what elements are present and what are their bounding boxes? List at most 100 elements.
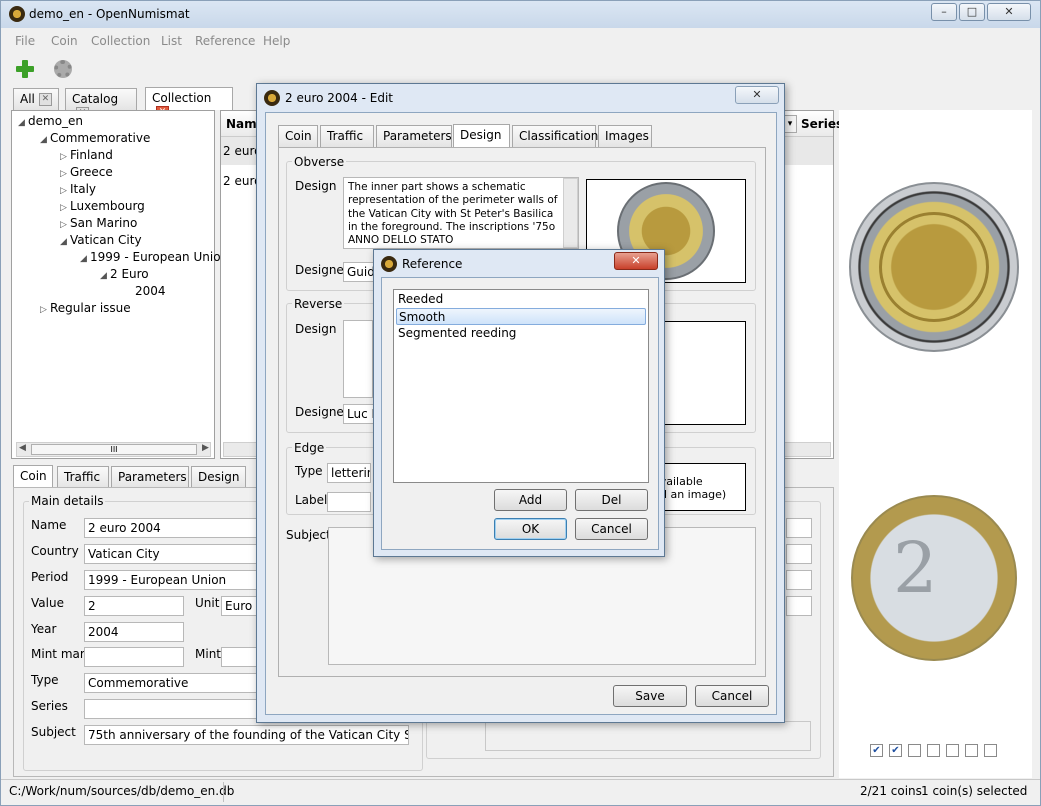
extra-field[interactable]	[786, 596, 812, 616]
extra-field[interactable]	[786, 544, 812, 564]
series-label: Series	[31, 699, 68, 713]
image-checkbox[interactable]	[984, 744, 997, 757]
edit-tab-parameters[interactable]: Parameters	[376, 125, 452, 147]
scroll-grip[interactable]: III	[31, 444, 197, 455]
reference-item-selected[interactable]: Smooth	[396, 308, 646, 325]
obverse-text-scrollbar[interactable]	[563, 178, 578, 248]
dialog-icon	[264, 90, 280, 106]
tab-collection[interactable]: Collection✕	[145, 87, 233, 119]
tree-country[interactable]: ◢ Vatican City	[60, 233, 142, 247]
tree-country[interactable]: ▷ Finland	[60, 148, 113, 162]
year-label: Year	[31, 622, 57, 636]
type-field[interactable]: Commemorative	[84, 673, 259, 693]
reference-item[interactable]: Segmented reeding	[396, 325, 646, 342]
reference-cancel-button[interactable]: Cancel	[575, 518, 648, 540]
image-checkbox[interactable]	[965, 744, 978, 757]
status-path: C:/Work/num/sources/db/demo_en.db	[9, 784, 235, 798]
edit-tab-coin[interactable]: Coin	[278, 125, 318, 147]
reference-dialog-body: Reeded Smooth Segmented reeding Add Del …	[381, 277, 659, 550]
tree-country[interactable]: ▷ Luxembourg	[60, 199, 145, 213]
cancel-button[interactable]: Cancel	[695, 685, 769, 707]
edit-tab-classification[interactable]: Classification	[512, 125, 598, 147]
value-field[interactable]: 2	[84, 596, 184, 616]
reference-dialog: Reference ✕ Reeded Smooth Segmented reed…	[373, 249, 665, 557]
tree-year[interactable]: 2004	[135, 284, 166, 298]
ok-button[interactable]: OK	[494, 518, 567, 540]
add-icon[interactable]	[15, 59, 35, 79]
image-checkbox[interactable]: ✔	[889, 744, 902, 757]
reference-item[interactable]: Reeded	[396, 291, 646, 308]
status-coins-count: 2/21 coins	[860, 784, 922, 798]
minimize-button[interactable]: –	[931, 3, 957, 21]
edit-tab-images[interactable]: Images	[598, 125, 652, 147]
reference-close-button[interactable]: ✕	[614, 252, 658, 270]
tab-catalog[interactable]: Catalog✕	[65, 88, 137, 120]
country-label: Country	[31, 544, 79, 558]
obverse-design-text[interactable]: The inner part shows a schematic represe…	[343, 177, 579, 249]
tab-catalog-label: Catalog	[72, 92, 119, 106]
detail-tab-coin[interactable]: Coin	[13, 465, 53, 487]
delete-reference-button[interactable]: Del	[575, 489, 648, 511]
menu-reference[interactable]: Reference	[195, 34, 255, 48]
settings-gear-icon[interactable]	[54, 60, 72, 78]
year-field[interactable]: 2004	[84, 622, 184, 642]
close-button[interactable]: ✕	[987, 3, 1031, 21]
tree-period[interactable]: ◢ 1999 - European Union	[80, 250, 228, 264]
type-label: Type	[31, 673, 59, 687]
tree-value[interactable]: ◢ 2 Euro	[100, 267, 149, 281]
column-menu-button[interactable]: ▾	[783, 115, 797, 133]
series-field[interactable]	[84, 699, 259, 719]
value-label: Value	[31, 596, 64, 610]
menu-help[interactable]: Help	[263, 34, 290, 48]
edit-tab-traffic[interactable]: Traffic	[320, 125, 374, 147]
mintmark-field[interactable]	[84, 647, 184, 667]
edit-dialog-close-button[interactable]: ✕	[735, 86, 779, 104]
extra-field[interactable]	[786, 518, 812, 538]
detail-tab-design[interactable]: Design	[191, 466, 246, 488]
extra-field[interactable]	[786, 570, 812, 590]
edit-tab-design[interactable]: Design	[453, 124, 510, 148]
image-checkbox[interactable]	[946, 744, 959, 757]
save-button[interactable]: Save	[613, 685, 687, 707]
tree-commemorative[interactable]: ◢ Commemorative	[40, 131, 150, 145]
tree-country[interactable]: ▷ Italy	[60, 182, 96, 196]
reverse-design-text[interactable]	[343, 320, 373, 398]
menu-collection[interactable]: Collection	[91, 34, 150, 48]
tree-regular[interactable]: ▷ Regular issue	[40, 301, 131, 315]
mintmark-label: Mint mark	[31, 647, 92, 661]
tab-all[interactable]: All ✕	[13, 88, 59, 110]
detail-tab-traffic[interactable]: Traffic	[57, 466, 109, 488]
menu-list[interactable]: List	[161, 34, 182, 48]
edge-type-field[interactable]: lettering	[327, 463, 371, 483]
tree-root[interactable]: ◢ demo_en	[18, 114, 83, 128]
reverse-title: Reverse	[292, 297, 345, 311]
maximize-button[interactable]: □	[959, 3, 985, 21]
coin-image-panel: 2 ✔ ✔	[839, 110, 1032, 778]
obverse-design-label: Design	[295, 179, 337, 193]
add-reference-button[interactable]: Add	[494, 489, 567, 511]
name-field[interactable]: 2 euro 2004	[84, 518, 259, 538]
tree-horizontal-scrollbar[interactable]: ◀ III ▶	[16, 442, 211, 457]
collection-tree: ◢ demo_en ◢ Commemorative ▷ Finland ▷ Greece…	[11, 110, 228, 459]
image-checkbox[interactable]	[927, 744, 940, 757]
mint-field[interactable]	[221, 647, 259, 667]
tree-country[interactable]: ▷ Greece	[60, 165, 113, 179]
country-field[interactable]: Vatican City	[84, 544, 259, 564]
column-series-header[interactable]: Series	[801, 117, 843, 131]
image-checkbox[interactable]: ✔	[870, 744, 883, 757]
image-checkbox[interactable]	[908, 744, 921, 757]
main-details-title: Main details	[29, 494, 106, 508]
period-field[interactable]: 1999 - European Union	[84, 570, 259, 590]
subject-field[interactable]: 75th anniversary of the founding of the …	[84, 725, 409, 745]
close-tab-icon[interactable]: ✕	[38, 93, 52, 106]
window-title: demo_en - OpenNumismat	[29, 7, 190, 21]
menu-file[interactable]: File	[15, 34, 35, 48]
unit-field[interactable]: Euro	[221, 596, 259, 616]
mint-label: Mint	[195, 647, 221, 661]
tree-country[interactable]: ▷ San Marino	[60, 216, 137, 230]
status-bar: C:/Work/num/sources/db/demo_en.db 2/21 c…	[1, 779, 1040, 805]
menu-coin[interactable]: Coin	[51, 34, 78, 48]
edge-label-field[interactable]	[327, 492, 371, 512]
detail-tab-parameters[interactable]: Parameters	[111, 466, 189, 488]
unit-label: Unit	[195, 596, 220, 610]
